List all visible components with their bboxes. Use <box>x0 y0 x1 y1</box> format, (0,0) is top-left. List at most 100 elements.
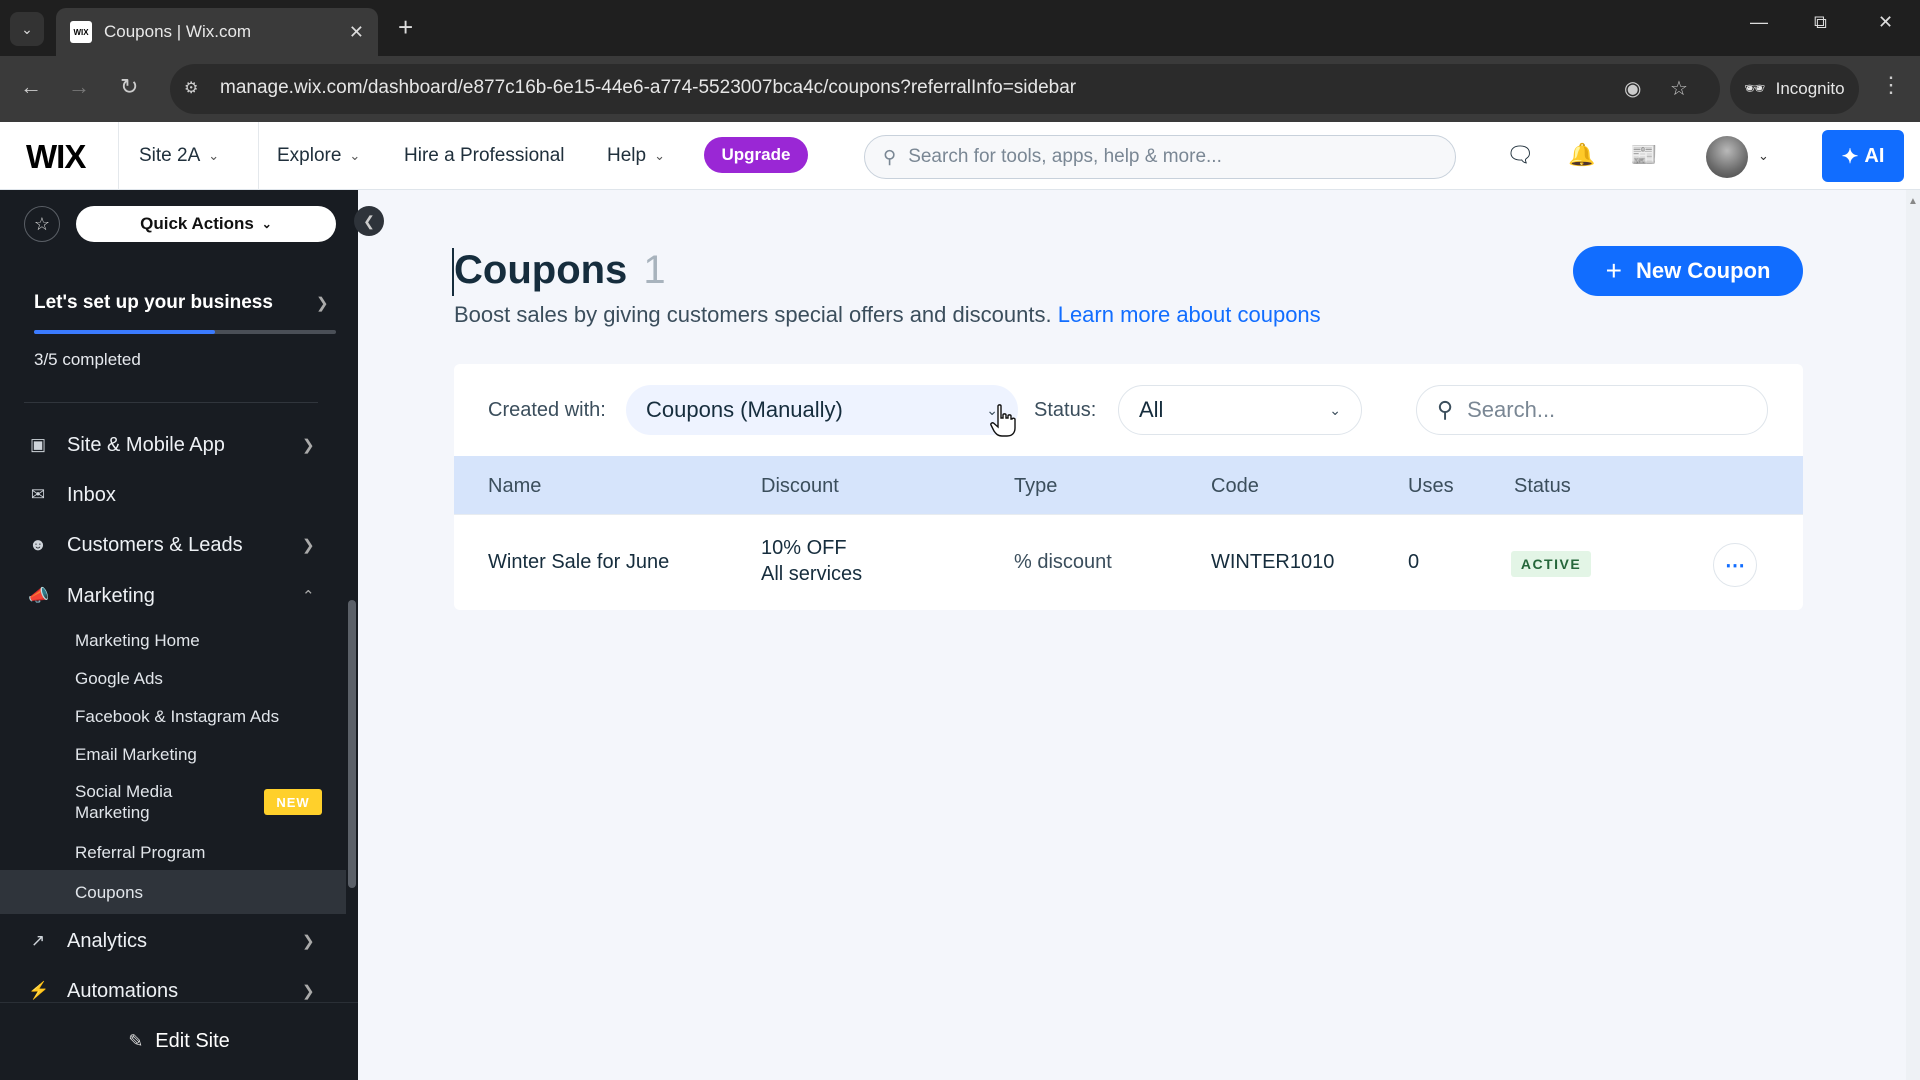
search-icon: ⚲ <box>883 146 897 167</box>
global-search[interactable]: ⚲ <box>864 135 1456 179</box>
page-subtitle: Boost sales by giving customers special … <box>454 302 1321 328</box>
site-selector[interactable]: Site 2A ⌄ <box>139 145 219 167</box>
row-more-actions-icon[interactable]: ⋯ <box>1713 543 1757 587</box>
site-preview-icon[interactable]: 📰 <box>1630 142 1657 168</box>
edit-site-label: Edit Site <box>155 1030 230 1052</box>
sidebar-subitem-coupons[interactable]: Coupons <box>0 870 346 914</box>
explore-menu[interactable]: Explore ⌄ <box>277 145 360 167</box>
coupons-table-card: Created with: Coupons (Manually) ⌄ Statu… <box>454 364 1803 610</box>
sidebar-item-marketing[interactable]: 📣 Marketing ⌃ <box>0 573 350 619</box>
coupon-type: % discount <box>1014 551 1112 573</box>
incognito-indicator[interactable]: 🕶 Incognito <box>1730 64 1859 114</box>
new-tab-plus-icon[interactable]: + <box>398 12 413 43</box>
table-row[interactable]: Winter Sale for June 10% OFF All service… <box>454 514 1803 610</box>
ai-assistant-button[interactable]: ✦ AI <box>1822 130 1904 182</box>
help-menu[interactable]: Help ⌄ <box>607 145 665 167</box>
sidebar-item-analytics[interactable]: ↗ Analytics ❯ <box>0 918 350 964</box>
column-header-name[interactable]: Name <box>488 475 541 498</box>
sidebar-subitem-social-media-marketing[interactable]: Social Media Marketing NEW <box>0 774 346 830</box>
incognito-icon: 🕶 <box>1744 79 1766 98</box>
upgrade-button[interactable]: Upgrade <box>704 137 808 173</box>
sidebar-item-automations[interactable]: ⚡ Automations ❯ <box>0 968 350 1002</box>
divider <box>24 402 318 403</box>
sidebar-item-customers-leads[interactable]: ☻ Customers & Leads ❯ <box>0 522 350 568</box>
eye-off-icon[interactable]: ◉ <box>1624 76 1641 101</box>
created-with-dropdown[interactable]: Coupons (Manually) ⌄ <box>626 385 1018 435</box>
chat-icon[interactable]: 🗨 <box>1506 142 1534 168</box>
omnibox[interactable]: ⚙ manage.wix.com/dashboard/e877c16b-6e15… <box>170 64 1720 114</box>
window-close-icon[interactable]: ✕ <box>1878 12 1893 33</box>
chevron-down-icon[interactable]: ⌄ <box>1758 148 1769 164</box>
wix-favicon-icon: WIX <box>70 21 92 43</box>
setup-title: Let's set up your business <box>34 292 273 313</box>
sidebar-item-site-mobile-app[interactable]: ▣ Site & Mobile App ❯ <box>0 422 350 468</box>
tab-search-chevron-icon[interactable]: ⌄ <box>10 12 44 46</box>
main-content: Coupons 1 Boost sales by giving customer… <box>358 190 1920 1080</box>
sidebar-item-label: Customers & Leads <box>67 533 243 556</box>
back-arrow-icon[interactable]: ← <box>20 74 42 100</box>
sidebar-scrollbar[interactable] <box>348 600 356 888</box>
collapse-sidebar-chevron-icon[interactable]: ❮ <box>354 206 384 236</box>
sidebar-subitem-label: Social Media Marketing <box>75 782 173 822</box>
coupon-discount-amount: 10% OFF <box>761 537 847 559</box>
status-filter-value: All <box>1139 397 1164 422</box>
column-header-status[interactable]: Status <box>1514 475 1571 498</box>
sidebar-item-label: Analytics <box>67 929 148 952</box>
sparkle-icon: ✦ <box>1841 145 1859 168</box>
sidebar-subitem-email-marketing[interactable]: Email Marketing <box>0 736 346 772</box>
setup-status: 3/5 completed <box>34 350 141 369</box>
sidebar-item-inbox[interactable]: ✉ Inbox <box>0 472 350 518</box>
url-text[interactable]: manage.wix.com/dashboard/e877c16b-6e15-4… <box>220 77 1076 99</box>
coupon-search-input[interactable] <box>1467 397 1756 423</box>
edit-site-button[interactable]: ✎ Edit Site <box>0 1002 358 1080</box>
browser-tab-bar: ⌄ WIX Coupons | Wix.com ✕ + — ⧉ ✕ <box>0 0 1920 56</box>
status-badge: ACTIVE <box>1511 551 1591 577</box>
customers-icon: ☻ <box>29 535 47 554</box>
coupon-search[interactable]: ⚲ <box>1416 385 1768 435</box>
column-header-uses[interactable]: Uses <box>1408 475 1454 498</box>
sidebar-subitem-facebook-instagram-ads[interactable]: Facebook & Instagram Ads <box>0 698 346 734</box>
learn-more-link[interactable]: Learn more about coupons <box>1058 302 1321 327</box>
column-header-code[interactable]: Code <box>1211 475 1259 498</box>
chevron-right-icon: ❯ <box>302 437 315 454</box>
wix-logo[interactable]: WIX <box>26 138 86 176</box>
restore-icon[interactable]: ⧉ <box>1814 12 1827 33</box>
chevron-down-icon: ⌄ <box>1329 401 1341 418</box>
bookmark-star-icon[interactable]: ☆ <box>1670 76 1688 101</box>
subtitle-text: Boost sales by giving customers special … <box>454 302 1052 327</box>
minimize-icon[interactable]: — <box>1750 12 1768 33</box>
favorites-star-icon[interactable]: ☆ <box>24 206 60 242</box>
quick-actions-button[interactable]: Quick Actions ⌄ <box>76 206 336 242</box>
scroll-up-arrow-icon[interactable]: ▲ <box>1908 196 1918 207</box>
tab-close-icon[interactable]: ✕ <box>349 22 364 43</box>
sidebar-subitem-label: Facebook & Instagram Ads <box>75 706 280 726</box>
new-coupon-button[interactable]: + New Coupon <box>1573 246 1803 296</box>
avatar[interactable] <box>1706 136 1748 178</box>
page-title: Coupons 1 <box>454 248 666 293</box>
setup-progress-bar <box>34 330 336 334</box>
pencil-icon: ✎ <box>128 1031 144 1051</box>
page-title-text: Coupons <box>454 248 628 292</box>
forward-arrow-icon[interactable]: → <box>68 74 90 100</box>
reload-icon[interactable]: ↻ <box>120 74 138 100</box>
browser-menu-icon[interactable]: ⋮ <box>1880 72 1902 98</box>
megaphone-icon: 📣 <box>28 586 50 605</box>
sidebar-item-label: Marketing <box>67 584 155 607</box>
column-header-discount[interactable]: Discount <box>761 475 839 498</box>
hand-pointer-cursor-icon <box>990 404 1016 437</box>
notifications-bell-icon[interactable]: 🔔 <box>1568 142 1595 168</box>
site-info-icon[interactable]: ⚙ <box>184 78 198 98</box>
sidebar-subitem-google-ads[interactable]: Google Ads <box>0 660 346 696</box>
automations-icon: ⚡ <box>28 981 50 1000</box>
column-header-type[interactable]: Type <box>1014 475 1057 498</box>
sidebar-subitem-label: Email Marketing <box>75 744 197 764</box>
main-scrollbar[interactable] <box>1906 190 1920 1080</box>
browser-tab[interactable]: WIX Coupons | Wix.com ✕ <box>56 8 378 56</box>
new-badge: NEW <box>264 789 322 815</box>
site-name: Site 2A <box>139 145 201 166</box>
sidebar-subitem-marketing-home[interactable]: Marketing Home <box>0 622 346 658</box>
global-search-input[interactable] <box>908 146 1437 168</box>
hire-professional-link[interactable]: Hire a Professional <box>404 145 565 167</box>
status-dropdown[interactable]: All ⌄ <box>1118 385 1362 435</box>
sidebar-subitem-referral-program[interactable]: Referral Program <box>0 834 346 870</box>
